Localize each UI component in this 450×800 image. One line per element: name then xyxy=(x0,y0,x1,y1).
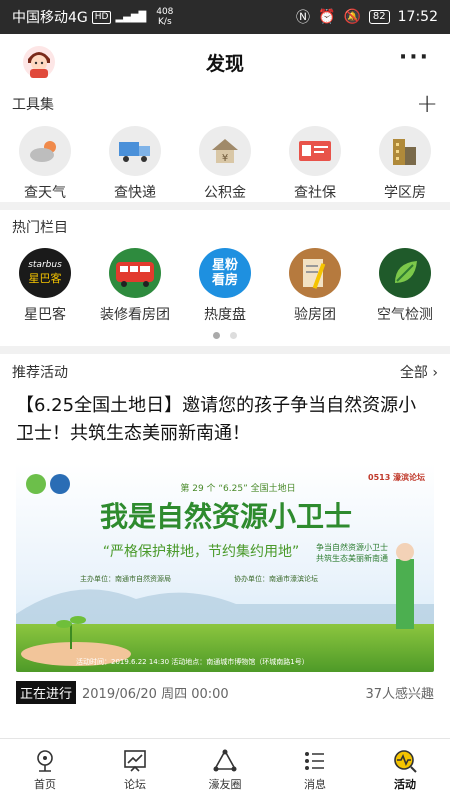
bottom-tab-bar: 首页 论坛 濠友圈 消息 活动 xyxy=(0,738,450,800)
banner-cohost: 协办单位：南通市濠滨论坛 xyxy=(234,574,318,583)
nfc-icon: Ⓝ xyxy=(296,10,311,26)
tool-housing-fund[interactable]: ¥ 公积金 xyxy=(180,126,270,202)
bus-logo xyxy=(109,248,161,298)
tab-home[interactable]: 首页 xyxy=(0,739,90,800)
hot-columns: starbus 星巴客 星巴客 装修看房团 星粉 看房 热度盘 验房团 空气检测 xyxy=(0,244,450,324)
carousel-dots xyxy=(0,324,450,346)
activity-banner[interactable]: 第 29 个 “6.25” 全国土地日 我是自然资源小卫士 “严格保护耕地，节约… xyxy=(16,464,434,672)
top-nav: 发现 ··· xyxy=(0,34,450,90)
hot-section-header: 热门栏目 xyxy=(0,210,450,244)
delivery-truck-icon xyxy=(109,126,161,176)
inspection-logo xyxy=(289,248,341,298)
banner-headline: 我是自然资源小卫士 xyxy=(100,500,352,533)
alarm-icon: ⏰ xyxy=(318,9,336,25)
xingfen-logo: 星粉 看房 xyxy=(199,248,251,298)
id-card-icon xyxy=(289,126,341,176)
tool-school-district[interactable]: 学区房 xyxy=(360,126,450,202)
banner-brand: 0513 濠滨论坛 xyxy=(368,472,425,482)
banner-side2: 共筑生态美丽新南通 xyxy=(316,553,388,563)
tab-activity[interactable]: 活动 xyxy=(360,739,450,800)
chevron-right-icon: › xyxy=(432,365,438,381)
banner-slogan: “严格保护耕地，节约集约用地” xyxy=(103,543,300,560)
weather-icon xyxy=(19,126,71,176)
carousel-dot[interactable] xyxy=(213,331,220,339)
banner-side1: 争当自然资源小卫士 xyxy=(316,542,388,552)
forum-chart-icon xyxy=(124,749,146,772)
activity-meta: 正在进行 2019/06/20 周四 00:00 37人感兴趣 xyxy=(0,676,450,708)
banner-host: 主办单位：南通市自然资源局 xyxy=(80,574,171,583)
carousel-dot[interactable] xyxy=(230,331,237,339)
tools-title: 工具集 xyxy=(12,97,54,113)
friends-triangle-icon xyxy=(213,748,237,771)
building-icon xyxy=(379,126,431,176)
add-tool-button[interactable]: + xyxy=(416,91,438,117)
home-pin-icon xyxy=(37,749,53,772)
leaf-logo xyxy=(379,248,431,298)
activity-pulse-icon xyxy=(394,749,417,773)
view-all-link[interactable]: 全部 › xyxy=(400,362,438,382)
battery-indicator: 82 xyxy=(368,10,390,24)
activity-date: 2019/06/20 周四 00:00 xyxy=(82,686,229,702)
section-divider xyxy=(0,202,450,210)
avatar[interactable] xyxy=(22,45,56,79)
svg-text:¥: ¥ xyxy=(222,153,228,164)
status-badge: 正在进行 xyxy=(16,680,77,704)
status-bar: 中国移动4G HD ▂▄▆█ 408 K/s Ⓝ ⏰ 🔕 82 17:52 xyxy=(0,0,450,34)
tab-friends[interactable]: 濠友圈 xyxy=(180,739,270,800)
banner-subtitle: 第 29 个 “6.25” 全国土地日 xyxy=(180,482,295,494)
tab-messages[interactable]: 消息 xyxy=(270,739,360,800)
mute-icon: 🔕 xyxy=(343,9,361,25)
tab-forum[interactable]: 论坛 xyxy=(90,739,180,800)
page-title: 发现 xyxy=(205,52,244,75)
starbus-logo: starbus 星巴客 xyxy=(19,248,71,298)
tools-section-header: 工具集 + xyxy=(0,90,450,118)
carrier-label: 中国移动4G xyxy=(12,10,88,26)
hot-item-starbus[interactable]: starbus 星巴客 星巴客 xyxy=(0,248,90,324)
recommend-section-header: 推荐活动 全部 › xyxy=(0,354,450,390)
hot-item-air-quality[interactable]: 空气检测 xyxy=(360,248,450,324)
more-menu-button[interactable]: ··· xyxy=(399,47,430,69)
house-fund-icon: ¥ xyxy=(199,126,251,176)
section-divider xyxy=(0,346,450,354)
hot-title: 热门栏目 xyxy=(12,220,68,236)
net-speed: 408 K/s xyxy=(156,7,174,27)
hot-item-inspection[interactable]: 验房团 xyxy=(270,248,360,324)
activity-title[interactable]: 【6.25全国土地日】邀请您的孩子争当自然资源小卫士！共筑生态美丽新南通！ xyxy=(0,390,450,452)
tool-social-security[interactable]: 查社保 xyxy=(270,126,360,202)
tool-delivery[interactable]: 查快递 xyxy=(90,126,180,202)
banner-time-place: 活动时间：2019.6.22 14:30 活动地点：南通城市博物馆（环城南路1号… xyxy=(76,657,309,666)
hot-item-popularity[interactable]: 星粉 看房 热度盘 xyxy=(180,248,270,324)
hot-item-renovation[interactable]: 装修看房团 xyxy=(90,248,180,324)
clock: 17:52 xyxy=(397,9,438,25)
tools-grid: 查天气 查快递 ¥ 公积金 查社保 学区房 xyxy=(0,118,450,202)
tool-weather[interactable]: 查天气 xyxy=(0,126,90,202)
interest-count: 37人感兴趣 xyxy=(365,686,434,702)
signal-icon: ▂▄▆█ xyxy=(115,11,147,23)
message-list-icon xyxy=(305,751,324,770)
hd-badge: HD xyxy=(91,10,112,24)
recommend-title: 推荐活动 xyxy=(12,365,68,381)
